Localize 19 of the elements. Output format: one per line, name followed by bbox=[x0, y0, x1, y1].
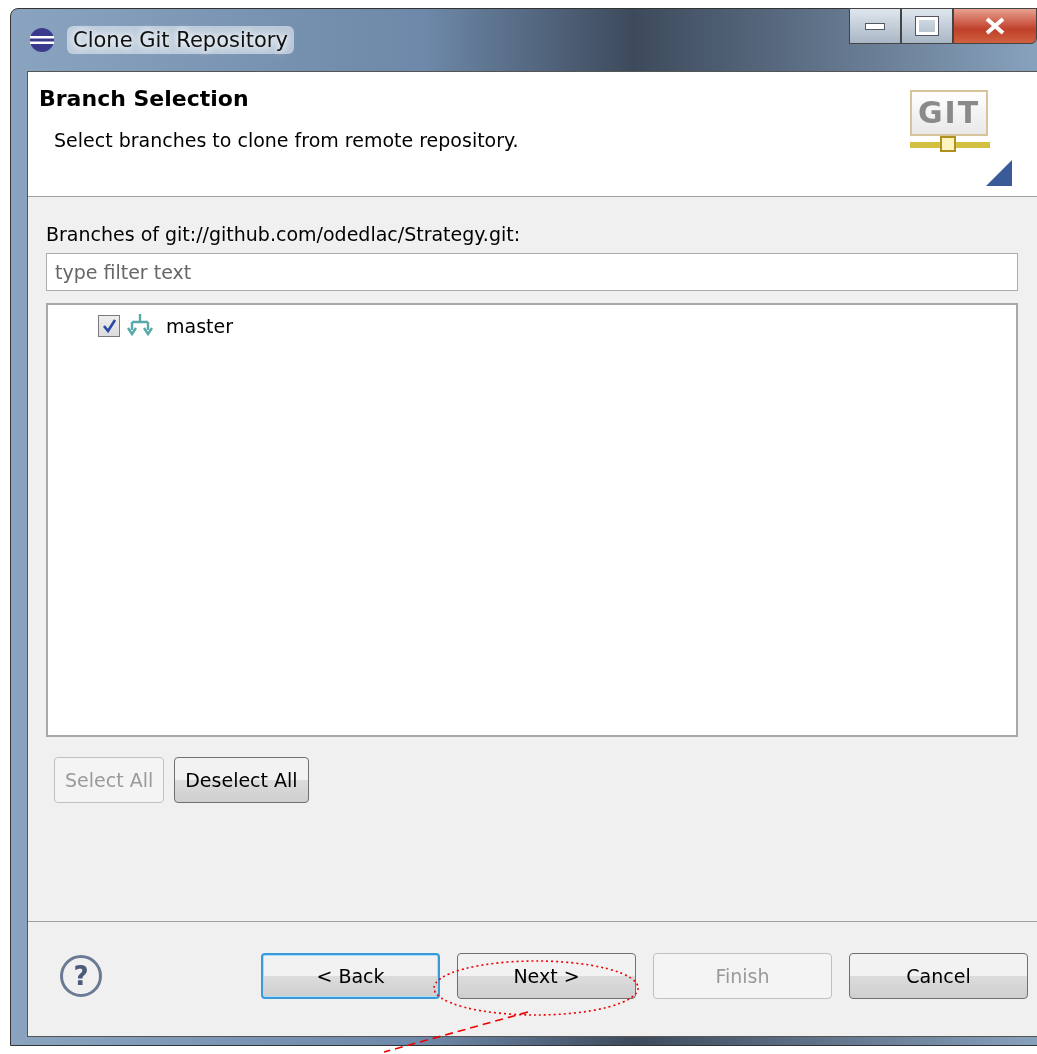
checkbox[interactable] bbox=[98, 315, 120, 337]
page-title: Branch Selection bbox=[39, 86, 250, 111]
page-description: Select branches to clone from remote repository. bbox=[53, 129, 520, 151]
close-button[interactable] bbox=[953, 8, 1037, 44]
wizard-button[interactable]: < Back bbox=[261, 953, 440, 999]
minimize-button[interactable] bbox=[849, 8, 901, 44]
wizard-button[interactable]: Cancel bbox=[849, 953, 1028, 999]
selection-button[interactable]: Deselect All bbox=[174, 757, 309, 803]
filter-field[interactable]: type filter text bbox=[46, 253, 1018, 291]
branches-label: Branches of git://github.com/odedlac/Strategy.git: bbox=[46, 223, 522, 245]
globe-icon bbox=[29, 27, 55, 53]
corner-triangle-icon bbox=[986, 160, 1012, 186]
branch-name[interactable]: master bbox=[166, 315, 233, 337]
wizard-button[interactable]: Next > bbox=[457, 953, 636, 999]
git-logo: GIT bbox=[910, 90, 990, 152]
window-title: Clone Git Repository bbox=[67, 26, 294, 54]
close-icon bbox=[984, 17, 1006, 35]
help-button[interactable]: ? bbox=[60, 955, 102, 997]
maximize-button[interactable] bbox=[901, 8, 953, 44]
